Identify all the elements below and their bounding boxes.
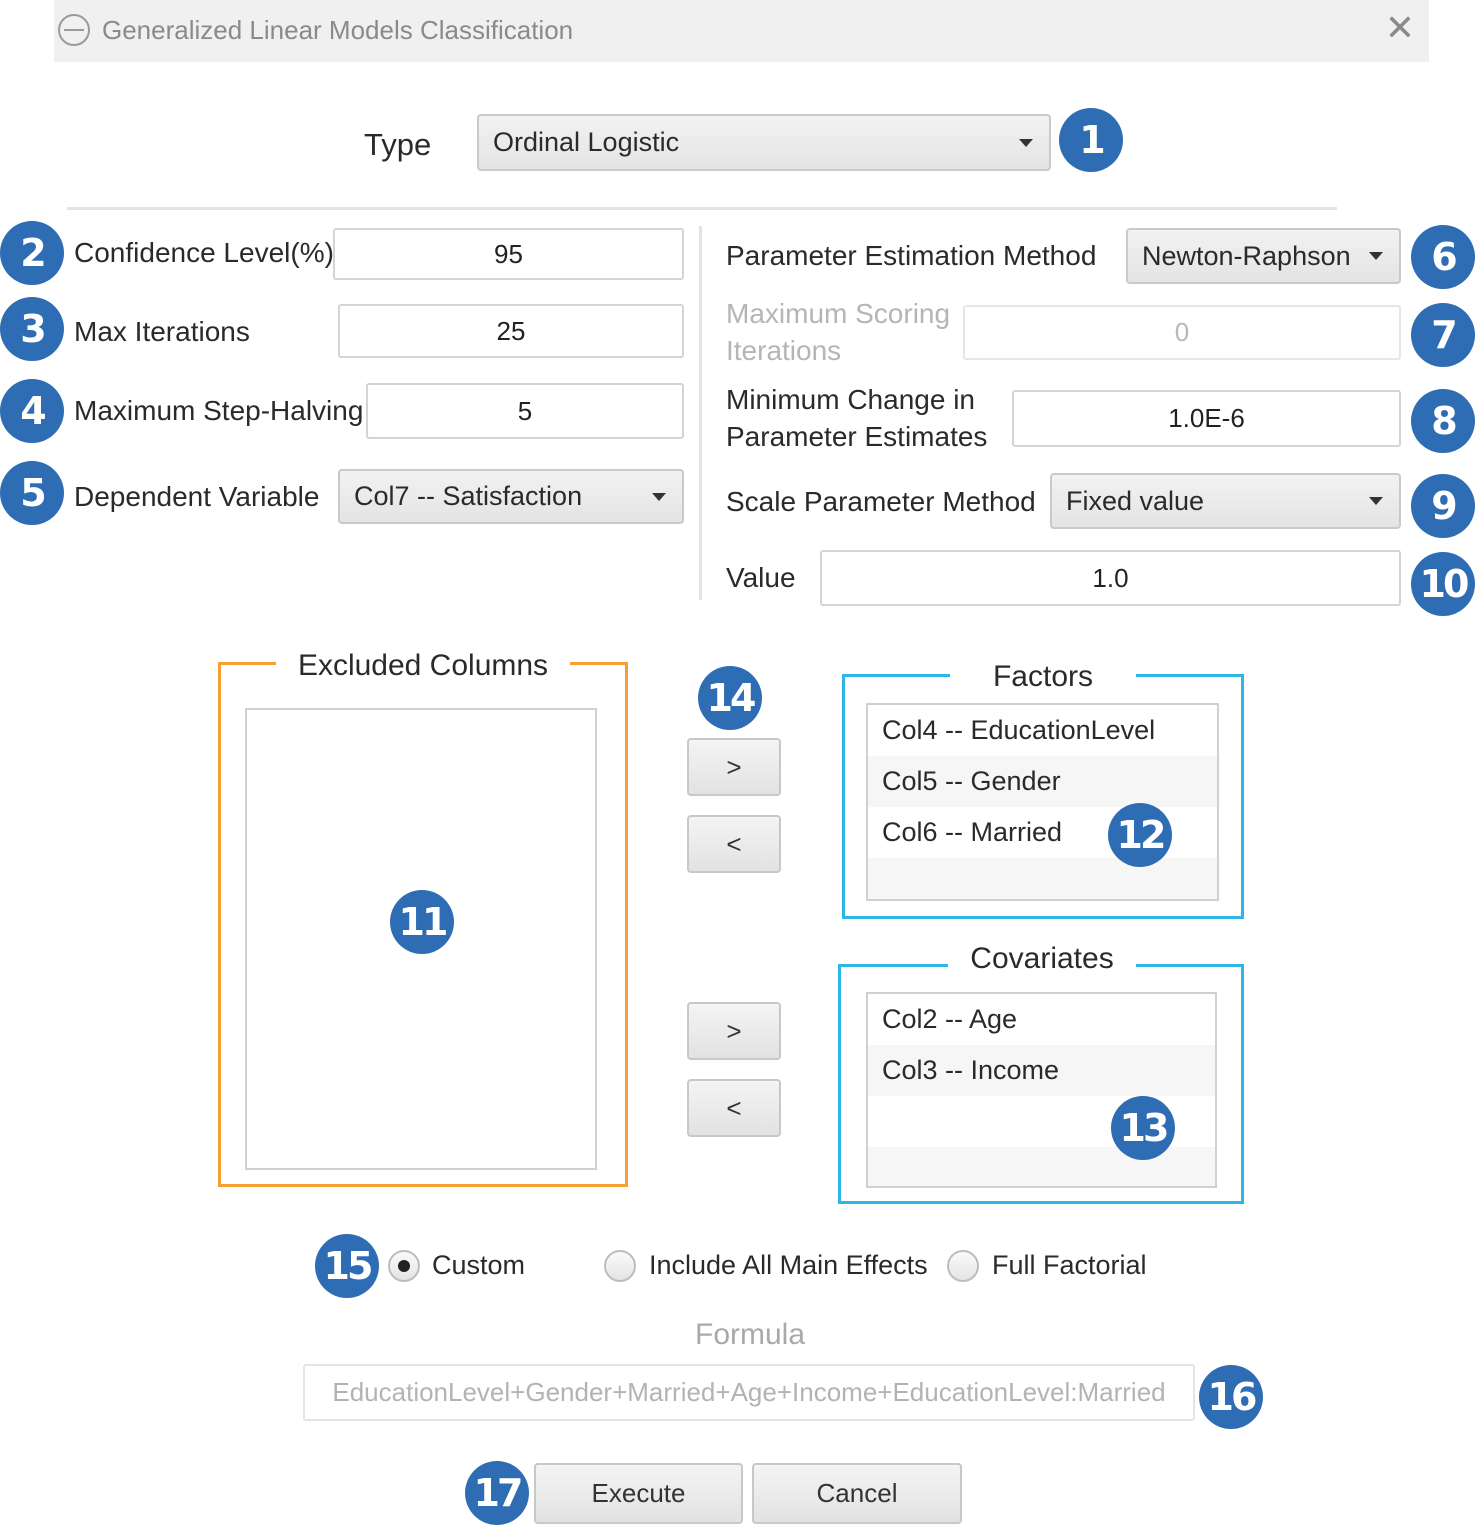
callout-badge-1: 1 [1059, 108, 1123, 172]
list-item[interactable]: Col4 -- EducationLevel [868, 705, 1217, 756]
callout-badge-12: 12 [1108, 803, 1172, 867]
add-factor-button[interactable]: > [687, 738, 781, 796]
confidence-level-input[interactable]: 95 [333, 228, 684, 280]
scale-param-method-label: Scale Parameter Method [726, 486, 1036, 517]
custom-radio-label[interactable]: Custom [432, 1250, 525, 1281]
callout-badge-10: 10 [1411, 552, 1475, 616]
type-dropdown-value: Ordinal Logistic [493, 127, 680, 157]
dependent-variable-label: Dependent Variable [74, 481, 320, 512]
confidence-level-label: Confidence Level(%) [74, 237, 334, 268]
chevron-down-icon [652, 492, 666, 501]
include-all-main-effects-label[interactable]: Include All Main Effects [649, 1250, 928, 1281]
value-input[interactable]: 1.0 [820, 550, 1401, 606]
remove-covariate-button[interactable]: < [687, 1079, 781, 1137]
value-label: Value [726, 562, 796, 593]
callout-badge-8: 8 [1411, 389, 1475, 453]
callout-badge-6: 6 [1411, 225, 1475, 289]
excluded-columns-title: Excluded Columns [276, 645, 570, 687]
callout-badge-17: 17 [465, 1461, 529, 1525]
callout-badge-13: 13 [1111, 1096, 1175, 1160]
custom-radio[interactable] [388, 1250, 420, 1282]
execute-button[interactable]: Execute [534, 1463, 743, 1524]
param-estimation-method-dropdown[interactable]: Newton-Raphson [1126, 228, 1401, 284]
callout-badge-5: 5 [0, 461, 64, 525]
max-step-halving-input[interactable]: 5 [366, 383, 684, 439]
formula-label: Formula [695, 1318, 806, 1351]
close-icon[interactable]: ✕ [1380, 8, 1420, 48]
covariates-list[interactable]: Col2 -- Age Col3 -- Income [866, 992, 1217, 1188]
remove-factor-button[interactable]: < [687, 815, 781, 873]
app-icon [58, 14, 90, 46]
scale-param-method-dropdown[interactable]: Fixed value [1050, 473, 1401, 529]
dependent-variable-dropdown[interactable]: Col7 -- Satisfaction [338, 469, 684, 524]
scale-param-method-value: Fixed value [1066, 485, 1205, 516]
add-covariate-button[interactable]: > [687, 1002, 781, 1060]
list-item[interactable]: Col2 -- Age [868, 994, 1215, 1045]
cancel-button[interactable]: Cancel [752, 1463, 962, 1524]
max-iterations-label: Max Iterations [74, 316, 250, 347]
max-scoring-iterations-label: Maximum Scoring Iterations [726, 298, 951, 366]
param-estimation-method-label: Parameter Estimation Method [726, 240, 1097, 271]
max-step-halving-label: Maximum Step-Halving [74, 395, 364, 426]
callout-badge-3: 3 [0, 297, 64, 361]
list-item[interactable]: Col3 -- Income [868, 1045, 1215, 1096]
callout-badge-9: 9 [1411, 474, 1475, 538]
param-estimation-method-value: Newton-Raphson [1142, 240, 1351, 271]
callout-badge-2: 2 [0, 221, 64, 285]
type-label: Type [364, 127, 432, 162]
full-factorial-label[interactable]: Full Factorial [992, 1250, 1147, 1281]
chevron-down-icon [1369, 252, 1383, 260]
callout-badge-14: 14 [698, 666, 762, 730]
min-change-input[interactable]: 1.0E-6 [1012, 390, 1401, 447]
window-title: Generalized Linear Models Classification [102, 15, 574, 45]
covariates-title: Covariates [948, 938, 1136, 980]
dependent-variable-value: Col7 -- Satisfaction [354, 481, 583, 511]
list-item[interactable]: Col5 -- Gender [868, 756, 1217, 807]
formula-input[interactable]: EducationLevel+Gender+Married+Age+Income… [303, 1364, 1195, 1421]
divider-horizontal [67, 207, 1337, 210]
factors-list[interactable]: Col4 -- EducationLevel Col5 -- Gender Co… [866, 703, 1219, 901]
callout-badge-4: 4 [0, 379, 64, 443]
min-change-label: Minimum Change in Parameter Estimates [726, 384, 988, 452]
callout-badge-11: 11 [390, 890, 454, 954]
chevron-down-icon [1019, 138, 1033, 147]
full-factorial-radio[interactable] [947, 1250, 979, 1282]
chevron-down-icon [1369, 497, 1383, 505]
divider-vertical [699, 226, 702, 600]
factors-title: Factors [950, 657, 1136, 697]
include-all-main-effects-radio[interactable] [604, 1250, 636, 1282]
type-dropdown[interactable]: Ordinal Logistic [477, 114, 1051, 171]
callout-badge-16: 16 [1199, 1365, 1263, 1429]
list-item-empty [868, 858, 1217, 899]
callout-badge-15: 15 [315, 1234, 379, 1298]
max-iterations-input[interactable]: 25 [338, 304, 684, 358]
callout-badge-7: 7 [1411, 303, 1475, 367]
max-scoring-iterations-input[interactable]: 0 [963, 305, 1401, 360]
